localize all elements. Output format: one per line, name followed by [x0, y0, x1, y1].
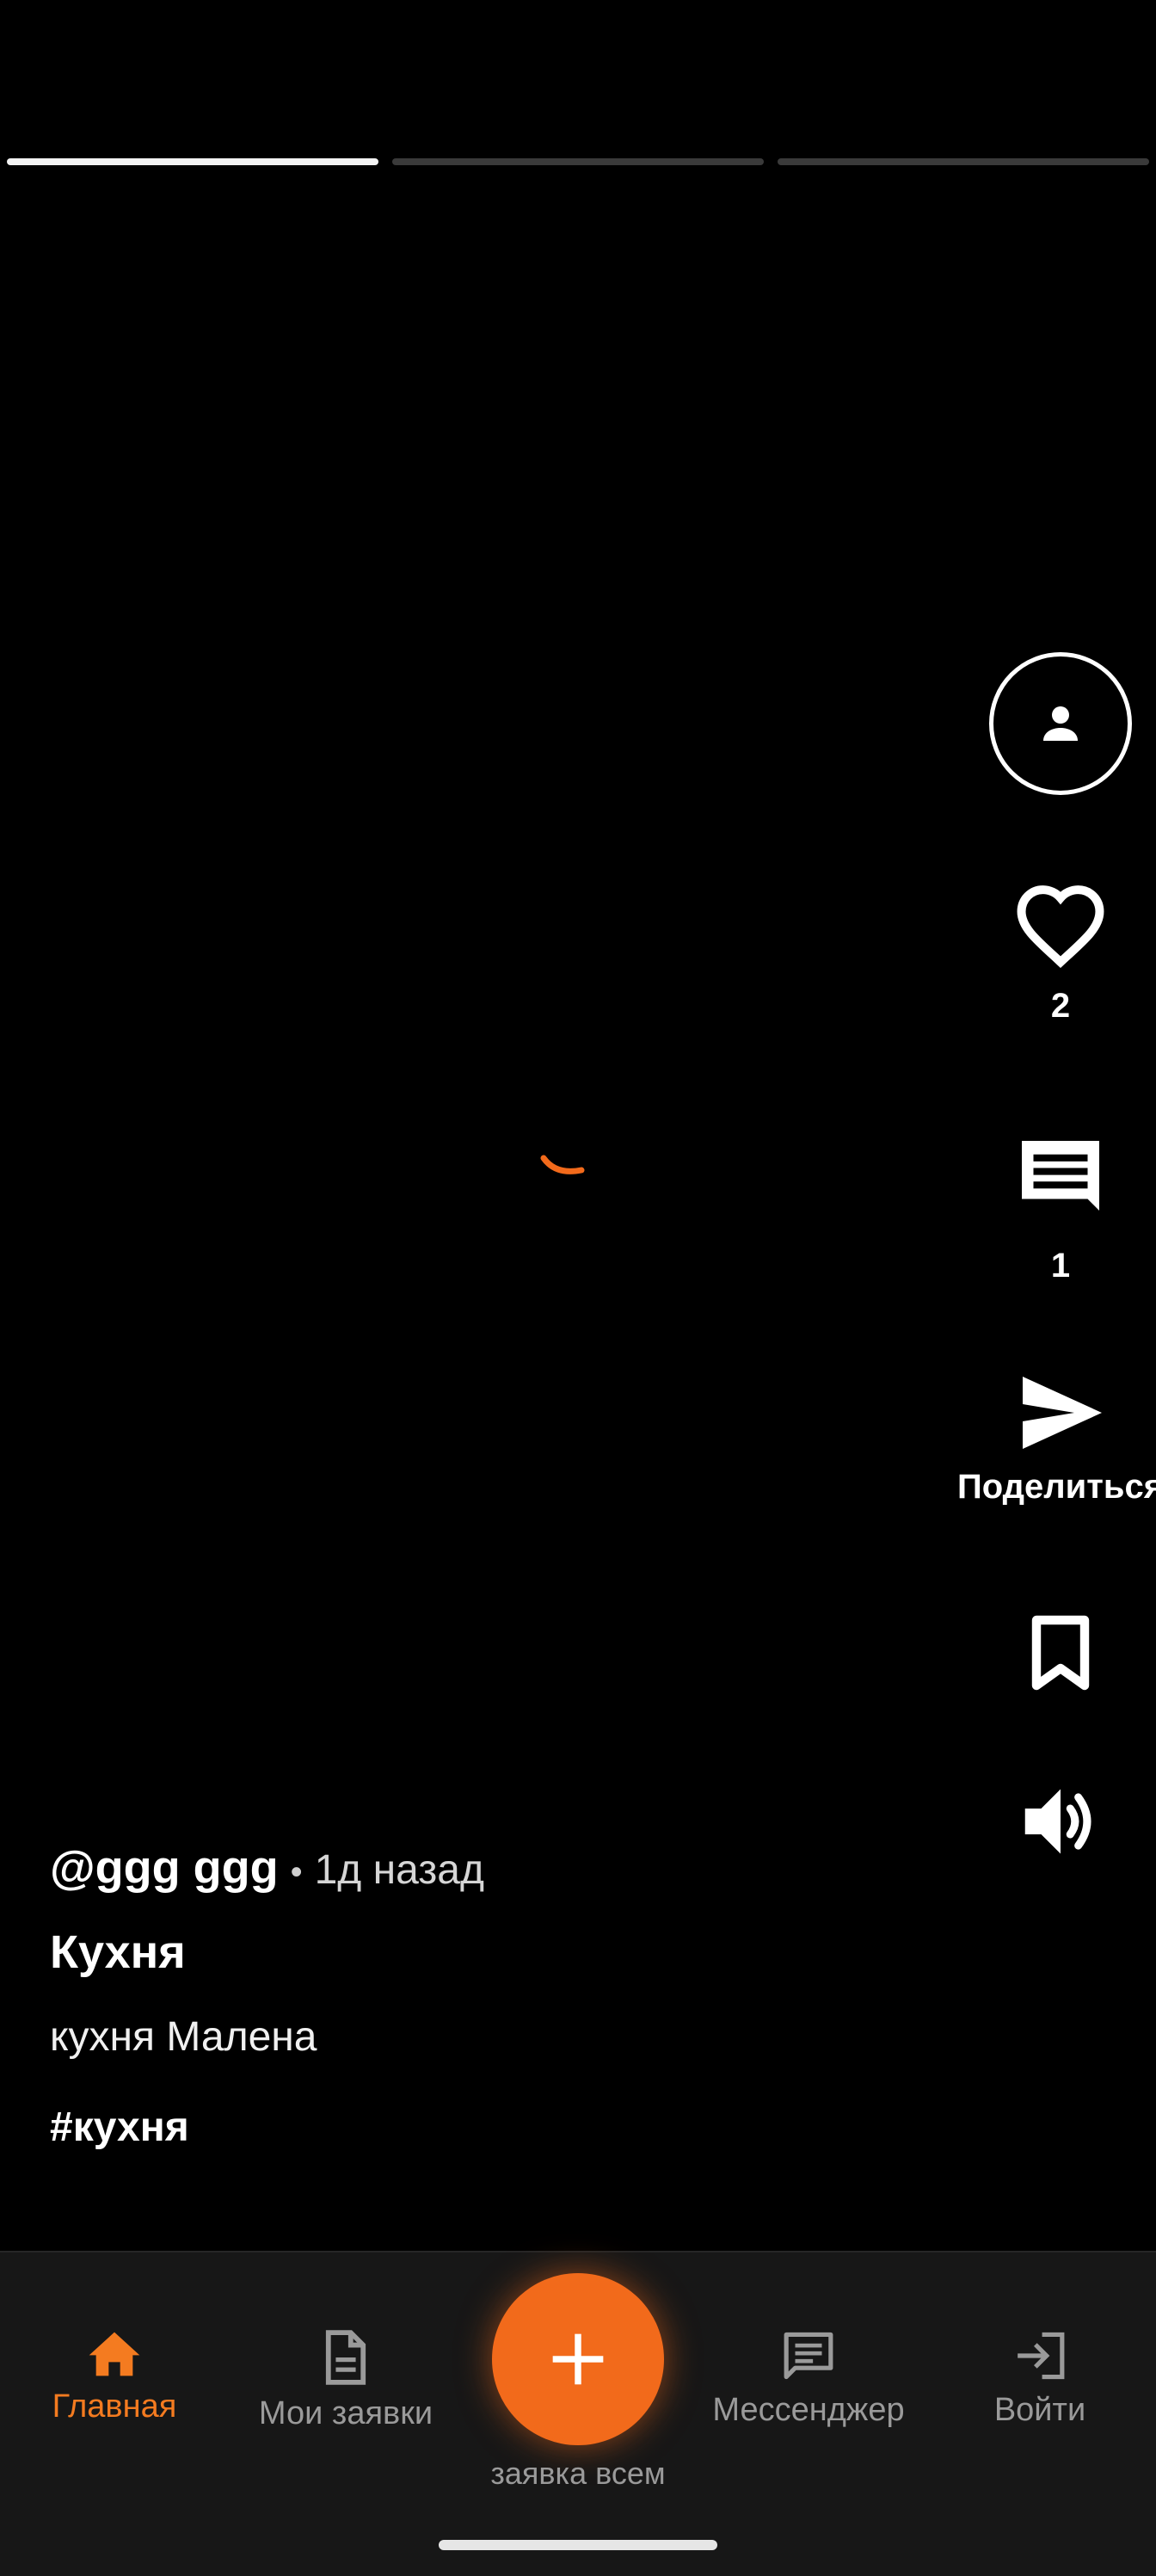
avatar	[989, 652, 1132, 795]
document-icon	[325, 2330, 366, 2385]
loading-spinner	[540, 1155, 585, 1174]
login-icon	[1018, 2332, 1065, 2380]
post-time: 1д назад	[314, 1847, 485, 1893]
author-avatar-button[interactable]	[965, 652, 1156, 795]
story-segment-2	[392, 158, 764, 165]
share-button[interactable]: Поделиться	[957, 1377, 1156, 1507]
nav-my-requests-label: Мои заявки	[258, 2395, 434, 2431]
nav-messenger-label: Мессенджер	[712, 2392, 905, 2428]
nav-home[interactable]: Главная	[3, 2330, 226, 2425]
story-segment-1	[7, 158, 378, 165]
post-info: @ggg ggg • 1д назад Кухня кухня Малена #…	[50, 1841, 824, 2151]
bookmark-button[interactable]	[965, 1613, 1156, 1692]
story-segment-3	[778, 158, 1149, 165]
author-name[interactable]: @ggg ggg	[50, 1841, 279, 1895]
bookmark-icon	[1031, 1615, 1090, 1691]
sound-toggle-button[interactable]	[965, 1785, 1156, 1858]
nav-login[interactable]: Войти	[928, 2330, 1152, 2429]
create-request-fab[interactable]	[492, 2273, 664, 2445]
comment-count: 1	[1050, 1247, 1071, 1285]
home-indicator[interactable]	[439, 2540, 717, 2550]
share-label: Поделиться	[956, 1468, 1156, 1506]
bottom-navigation: Главная Мои заявки заявка всем Мессендже…	[0, 2251, 1156, 2576]
nav-login-label: Войти	[993, 2392, 1086, 2428]
nav-my-requests[interactable]: Мои заявки	[234, 2330, 458, 2432]
story-progress	[7, 158, 1149, 165]
volume-icon	[1024, 1789, 1091, 1854]
comment-icon	[1022, 1141, 1099, 1211]
post-hashtag[interactable]: #кухня	[50, 2104, 824, 2151]
post-description: кухня Малена	[50, 2014, 317, 2060]
heart-icon	[1017, 885, 1104, 968]
nav-home-label: Главная	[52, 2388, 177, 2425]
home-icon	[89, 2332, 140, 2376]
chat-icon	[784, 2332, 833, 2380]
person-icon	[1043, 706, 1078, 741]
author-line: @ggg ggg • 1д назад	[50, 1841, 824, 1895]
like-button[interactable]: 2	[965, 882, 1156, 1026]
send-icon	[1023, 1377, 1102, 1449]
nav-messenger[interactable]: Мессенджер	[697, 2330, 920, 2429]
post-title: Кухня	[50, 1926, 186, 1978]
plus-icon	[552, 2333, 604, 2385]
like-count: 2	[1050, 987, 1071, 1025]
comment-button[interactable]: 1	[965, 1131, 1156, 1285]
fab-label: заявка всем	[490, 2456, 666, 2491]
separator-dot: •	[290, 1853, 303, 1891]
